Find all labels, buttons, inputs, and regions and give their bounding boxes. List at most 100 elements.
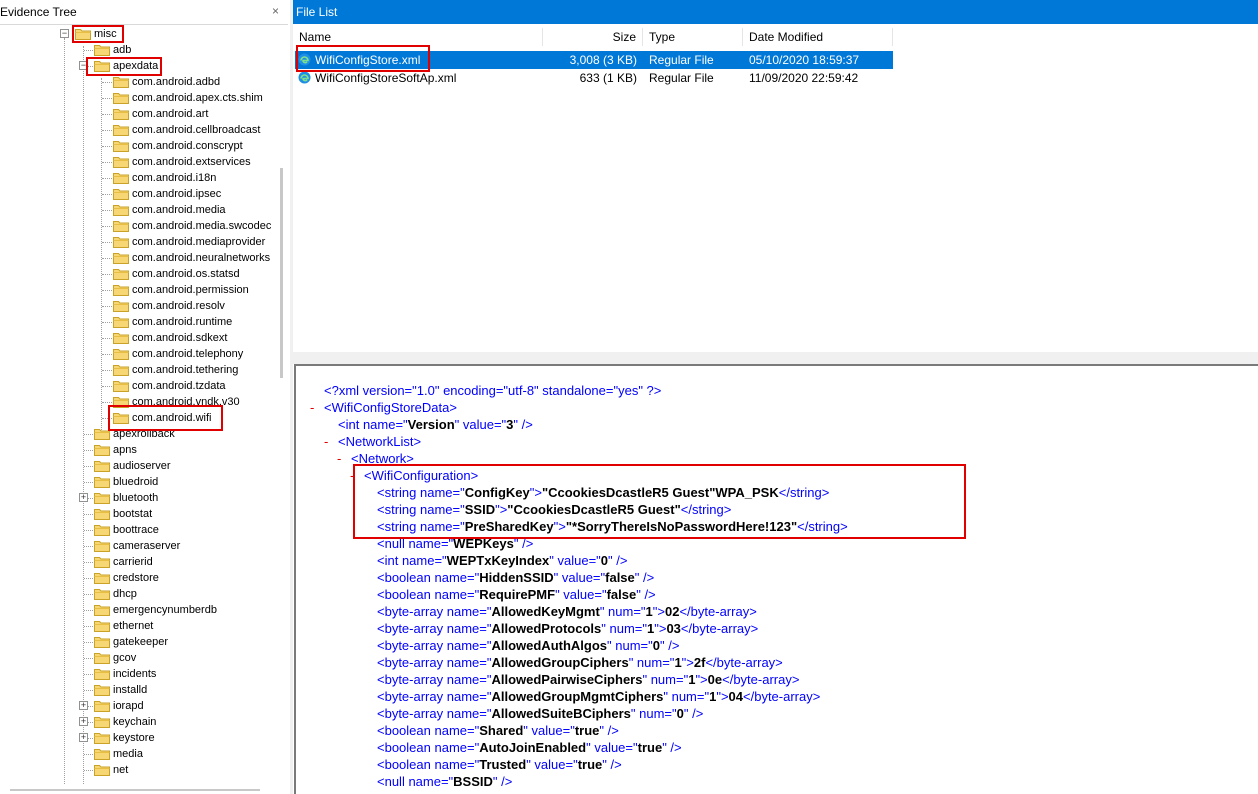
tree-item-com-android-permission[interactable]: com.android.permission (113, 282, 249, 298)
xml-collapse-toggle[interactable]: - (324, 433, 328, 450)
tree-item-com-android-apex-cts-shim[interactable]: com.android.apex.cts.shim (113, 90, 263, 106)
tree-item-media[interactable]: media (94, 746, 143, 762)
tree-item-apexrollback[interactable]: apexrollback (94, 426, 175, 442)
xml-byte-array: <byte-array name="AllowedGroupMgmtCipher… (377, 688, 820, 705)
column-header-size[interactable]: Size (543, 28, 643, 46)
tree-item-label: com.android.vndk.v30 (132, 396, 240, 408)
tree-item-iorapd[interactable]: iorapd (94, 698, 144, 714)
xml-collapse-toggle[interactable]: - (350, 467, 354, 484)
tree-item-bootstat[interactable]: bootstat (94, 506, 152, 522)
tree-scroll-thumb[interactable] (280, 168, 283, 378)
tree-item-com-android-neuralnetworks[interactable]: com.android.neuralnetworks (113, 250, 270, 266)
column-header-date-modified[interactable]: Date Modified (743, 28, 893, 46)
tree-item-boottrace[interactable]: boottrace (94, 522, 159, 538)
apexdata-collapse-toggle[interactable]: − (79, 61, 88, 70)
xml-value: WifiConfigStoreData (331, 400, 450, 415)
tree-item-com-android-tzdata[interactable]: com.android.tzdata (113, 378, 226, 394)
xml-boolean: <boolean name="HiddenSSID" value="false"… (377, 569, 654, 586)
tree-item-incidents[interactable]: incidents (94, 666, 156, 682)
tree-item-com-android-cellbroadcast[interactable]: com.android.cellbroadcast (113, 122, 260, 138)
close-icon[interactable]: × (272, 4, 279, 18)
xml-markup: name=" (430, 570, 480, 585)
xml-markup: " value=" (523, 723, 575, 738)
iorapd-expand-toggle[interactable]: + (79, 701, 88, 710)
tree-item-com-android-ipsec[interactable]: com.android.ipsec (113, 186, 221, 202)
folder-icon (113, 237, 129, 248)
tree-item-com-android-runtime[interactable]: com.android.runtime (113, 314, 232, 330)
tree-item-com-android-resolv[interactable]: com.android.resolv (113, 298, 225, 314)
tree-item-credstore[interactable]: credstore (94, 570, 159, 586)
tree-item-bluetooth[interactable]: bluetooth (94, 490, 158, 506)
column-header-type[interactable]: Type (643, 28, 743, 46)
tree-item-installd[interactable]: installd (94, 682, 147, 698)
keystore-expand-toggle[interactable]: + (79, 733, 88, 742)
xml-markup: " value=" (549, 553, 601, 568)
tree-item-com-android-telephony[interactable]: com.android.telephony (113, 346, 243, 362)
file-type-cell: Regular File (649, 71, 714, 85)
tree-item-gatekeeper[interactable]: gatekeeper (94, 634, 168, 650)
tree-item-com-android-os-statsd[interactable]: com.android.os.statsd (113, 266, 240, 282)
tree-item-adb[interactable]: adb (94, 42, 131, 58)
xml-boolean: <boolean name="RequirePMF" value="false"… (377, 586, 656, 603)
tree-connector-line (102, 162, 112, 163)
tree-item-com-android-extservices[interactable]: com.android.extservices (113, 154, 251, 170)
folder-icon (94, 477, 110, 488)
tree-item-net[interactable]: net (94, 762, 128, 778)
tree-item-ethernet[interactable]: ethernet (94, 618, 153, 634)
tree-connector-line (84, 626, 93, 627)
tree-item-com-android-conscrypt[interactable]: com.android.conscrypt (113, 138, 243, 154)
column-header-name[interactable]: Name (293, 28, 543, 46)
folder-icon (94, 557, 110, 568)
tree-item-com-android-media-swcodec[interactable]: com.android.media.swcodec (113, 218, 271, 234)
tree-item-com-android-adbd[interactable]: com.android.adbd (113, 74, 220, 90)
tree-item-label: com.android.conscrypt (132, 140, 243, 152)
tree-item-label: com.android.cellbroadcast (132, 124, 261, 136)
tree-item-com-android-sdkext[interactable]: com.android.sdkext (113, 330, 227, 346)
tree-item-bluedroid[interactable]: bluedroid (94, 474, 158, 490)
tree-item-com-android-tethering[interactable]: com.android.tethering (113, 362, 238, 378)
folder-icon (113, 397, 129, 408)
tree-item-com-android-vndk-v30[interactable]: com.android.vndk.v30 (113, 394, 240, 410)
xml-markup: </string> (797, 519, 848, 534)
tree-item-com-android-i18n[interactable]: com.android.i18n (113, 170, 216, 186)
xml-value: RequirePMF (479, 587, 556, 602)
xml-markup: < (364, 468, 372, 483)
tree-item-com-android-media[interactable]: com.android.media (113, 202, 226, 218)
tree-item-apns[interactable]: apns (94, 442, 137, 458)
tree-vertical-scrollbar[interactable] (276, 25, 289, 785)
file-date-cell: 11/09/2020 22:59:42 (749, 71, 859, 85)
xml-markup: " /> (636, 587, 656, 602)
xml-markup: <string (377, 485, 417, 500)
tree-item-keychain[interactable]: keychain (94, 714, 156, 730)
tree-item-audioserver[interactable]: audioserver (94, 458, 170, 474)
tree-item-cameraserver[interactable]: cameraserver (94, 538, 180, 554)
tree-item-emergencynumberdb[interactable]: emergencynumberdb (94, 602, 217, 618)
file-row[interactable]: WifiConfigStoreSoftAp.xml 633 (1 KB) Regul… (295, 69, 893, 87)
tree-item-label: com.android.tzdata (132, 380, 226, 392)
tree-item-apexdata[interactable]: apexdata (94, 58, 158, 74)
tree-item-keystore[interactable]: keystore (94, 730, 155, 746)
xml-collapse-toggle[interactable]: - (310, 399, 314, 416)
tree-item-dhcp[interactable]: dhcp (94, 586, 137, 602)
xml-markup: " num=" (630, 706, 677, 721)
xml-markup: </string> (680, 502, 732, 517)
pane-divider[interactable] (293, 352, 1258, 364)
file-row[interactable]: WifiConfigStore.xml 3,008 (3 KB) Regular F… (295, 51, 893, 69)
xml-collapse-toggle[interactable]: - (337, 450, 341, 467)
tree-item-com-android-art[interactable]: com.android.art (113, 106, 208, 122)
tree-horizontal-scrollbar[interactable] (10, 789, 260, 791)
xml-markup: name=" (443, 621, 492, 636)
xml-boolean: <boolean name="Shared" value="true" /> (377, 722, 619, 739)
xml-markup: "> (716, 689, 729, 704)
bluetooth-expand-toggle[interactable]: + (79, 493, 88, 502)
misc-collapse-toggle[interactable]: − (60, 29, 69, 38)
keychain-expand-toggle[interactable]: + (79, 717, 88, 726)
tree-connector-line (84, 482, 93, 483)
tree-item-carrierid[interactable]: carrierid (94, 554, 153, 570)
tree-connector-line (102, 130, 112, 131)
folder-icon (94, 45, 110, 56)
tree-item-com-android-mediaprovider[interactable]: com.android.mediaprovider (113, 234, 265, 250)
tree-item-com-android-wifi[interactable]: com.android.wifi (113, 410, 211, 426)
tree-item-gcov[interactable]: gcov (94, 650, 136, 666)
tree-item-misc[interactable]: misc (75, 26, 117, 42)
